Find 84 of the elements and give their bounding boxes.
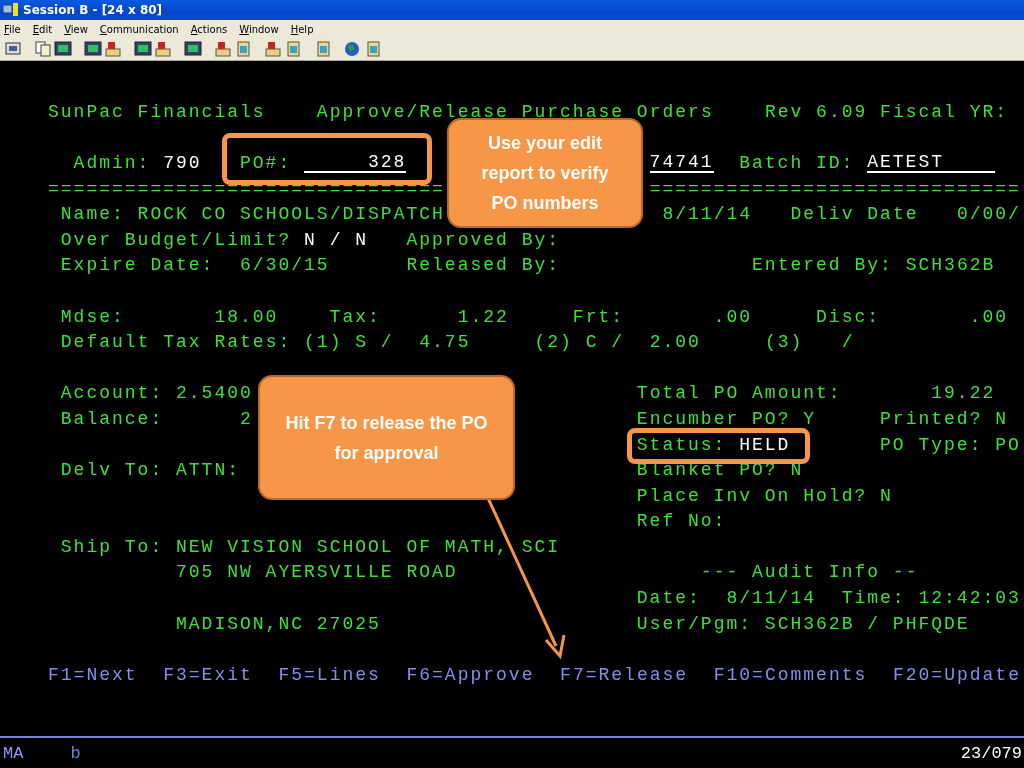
input-field[interactable]: 328	[304, 153, 407, 173]
menu-item[interactable]: Communication	[99, 23, 179, 35]
function-key[interactable]: F1=Next	[48, 664, 138, 685]
menu-item[interactable]: File	[4, 23, 21, 35]
monitor-icon[interactable]	[84, 40, 102, 58]
screen-text: --- Audit Info --	[700, 562, 919, 583]
function-key[interactable]: F10=Comments	[713, 664, 868, 685]
screen-text: Mdse:	[60, 306, 125, 327]
screen-text: Encumber PO? Y	[636, 408, 817, 429]
tape-icon[interactable]	[214, 40, 232, 58]
screen-text: Expire Date: 6/30/15	[60, 255, 330, 276]
screen-text: Delv To: ATTN:	[60, 460, 241, 481]
screen-text: 19.22	[931, 383, 996, 404]
screen-text: Over Budget/Limit?	[60, 229, 292, 250]
screen-text: Total PO Amount:	[636, 383, 842, 404]
screen-text: Ref No:	[636, 511, 727, 532]
screen-text: SunPac Financials	[48, 101, 266, 122]
separator-line: ===============================	[48, 178, 445, 199]
clipboard-icon[interactable]	[314, 40, 332, 58]
clipboard-icon[interactable]	[364, 40, 382, 58]
screen-text: Released By:	[406, 255, 561, 276]
screen-text: Tax:	[329, 306, 381, 327]
status-text: b	[70, 743, 81, 763]
tape-icon[interactable]	[154, 40, 172, 58]
screen-text: Account: 2.5400	[60, 383, 253, 404]
screen-text: Approved By:	[406, 229, 561, 250]
tape-icon[interactable]	[104, 40, 122, 58]
field-value: HELD	[739, 434, 791, 455]
clipboard-icon[interactable]	[284, 40, 302, 58]
menu-item[interactable]: Actions	[190, 23, 228, 35]
screen-text: Frt:	[572, 306, 625, 327]
screen-text: Disc:	[816, 306, 881, 327]
screen-text: Name: ROCK CO SCHOOLS/DISPATCH	[60, 204, 445, 225]
screen-text: Rev 6.09 Fiscal YR:	[764, 101, 1009, 122]
screen-text: User/Pgm: SCH362B / PHFQDE	[636, 613, 970, 634]
screen-text: 8/11/14	[662, 204, 753, 225]
window-title: Session B - [24 x 80]	[23, 3, 163, 17]
monitor-icon[interactable]	[134, 40, 152, 58]
menu-item[interactable]: Window	[239, 23, 279, 35]
screen-text: Balance:	[60, 408, 164, 429]
screen-text: Printed? N	[880, 408, 1009, 429]
screen-text: Deliv Date	[790, 204, 919, 225]
screen-text: 18.00	[214, 306, 279, 327]
screen-text: Date: 8/11/14 Time: 12:42:03	[636, 588, 1021, 609]
menu-item[interactable]: Help	[290, 23, 314, 35]
cursor-position: 23/079	[960, 743, 1023, 763]
screen-text: 2	[240, 408, 253, 429]
function-key[interactable]: F3=Exit	[163, 664, 253, 685]
monitor-icon[interactable]	[54, 40, 72, 58]
menu-item[interactable]: View	[64, 23, 88, 35]
function-key[interactable]: F20=Update	[892, 664, 1021, 685]
screen-text: Place Inv On Hold? N	[636, 485, 893, 506]
monitor-icon[interactable]	[184, 40, 202, 58]
screen-icon[interactable]	[4, 40, 22, 58]
screen-text: Status:	[636, 434, 727, 455]
input-field[interactable]: 74741	[649, 153, 714, 173]
screen-text: Entered By: SCH362B	[752, 255, 996, 276]
screen-text: PO Type: PO	[880, 434, 1021, 455]
tape-icon[interactable]	[264, 40, 282, 58]
copy-icon[interactable]	[34, 40, 52, 58]
screen-text: Admin:	[73, 153, 151, 173]
function-key[interactable]: F6=Approve	[406, 664, 535, 685]
screen-text: Ship To: NEW VISION SCHOOL OF MATH, SCI	[60, 536, 561, 557]
clipboard-icon[interactable]	[234, 40, 252, 58]
field-value: 790	[163, 153, 202, 173]
screen-text: PO#:	[240, 153, 292, 173]
screen-text: Default Tax Rates: (1) S / 4.75 (2) C / 2.00 (3) /	[60, 332, 855, 353]
separator-line: =============================	[649, 178, 1021, 199]
field-value: N / N	[304, 229, 369, 250]
screen-text: Batch ID:	[739, 153, 855, 173]
screen-text: 0/00/	[956, 204, 1021, 225]
callout: Use your edit report to verify PO numbers	[447, 118, 643, 228]
screen-text: .00	[969, 306, 1009, 327]
screen-text: 1.22	[457, 306, 509, 327]
globe-icon[interactable]	[344, 40, 362, 58]
menu-item[interactable]: Edit	[32, 23, 53, 35]
function-key[interactable]: F5=Lines	[278, 664, 381, 685]
callout: Hit F7 to release the PO for approval	[258, 375, 515, 500]
function-key[interactable]: F7=Release	[560, 664, 689, 685]
screen-text: MADISON,NC 27025	[176, 613, 381, 634]
terminal-icon	[3, 3, 19, 17]
screen-text: 705 NW AYERSVILLE ROAD	[176, 562, 458, 583]
screen-text: .00	[713, 306, 753, 327]
input-field[interactable]: AETEST	[867, 153, 996, 173]
